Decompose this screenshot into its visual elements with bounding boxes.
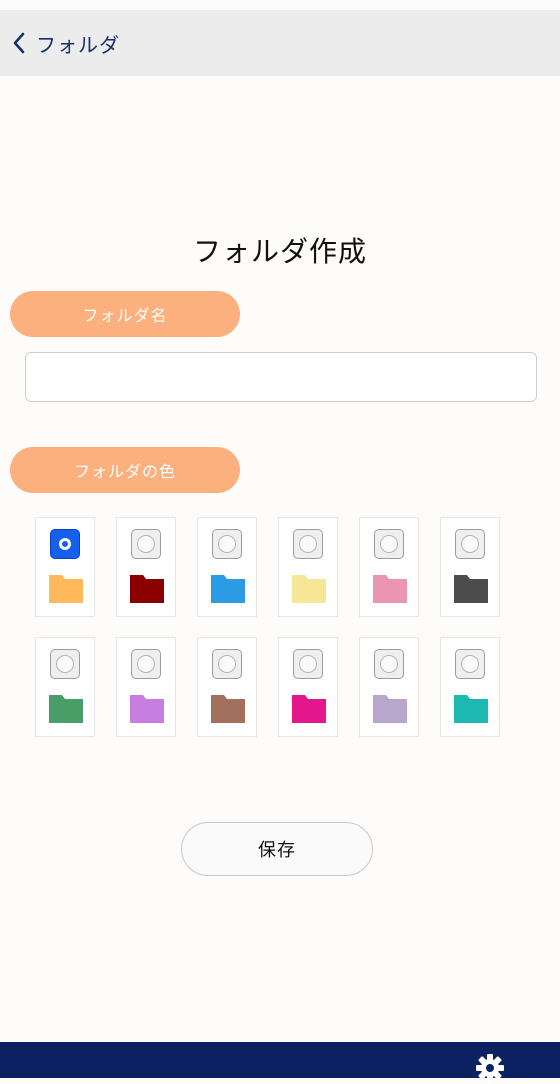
radio-dot xyxy=(461,655,479,673)
back-button[interactable]: フォルダ xyxy=(12,29,120,58)
color-radio-button[interactable] xyxy=(374,649,404,679)
folder-name-input[interactable] xyxy=(25,352,537,402)
color-swatch[interactable] xyxy=(359,517,419,617)
folder-icon xyxy=(291,693,327,725)
folder-icon xyxy=(372,693,408,725)
color-radio-button[interactable] xyxy=(374,529,404,559)
radio-dot xyxy=(56,655,74,673)
color-swatch[interactable] xyxy=(197,637,257,737)
color-radio-button[interactable] xyxy=(131,529,161,559)
radio-dot xyxy=(137,535,155,553)
folder-icon xyxy=(291,573,327,605)
color-radio-button[interactable] xyxy=(212,529,242,559)
folder-icon xyxy=(453,693,489,725)
color-radio-button[interactable] xyxy=(50,529,80,559)
color-swatch[interactable] xyxy=(278,637,338,737)
color-radio-button[interactable] xyxy=(212,649,242,679)
color-swatch[interactable] xyxy=(35,637,95,737)
color-swatch[interactable] xyxy=(359,637,419,737)
folder-name-label: フォルダ名 xyxy=(10,291,240,337)
folder-icon xyxy=(210,573,246,605)
radio-dot xyxy=(299,535,317,553)
folder-icon xyxy=(48,573,84,605)
folder-icon xyxy=(48,693,84,725)
folder-icon xyxy=(129,693,165,725)
color-swatch[interactable] xyxy=(440,517,500,617)
radio-dot xyxy=(218,535,236,553)
back-label: フォルダ xyxy=(36,32,120,57)
folder-icon xyxy=(210,693,246,725)
folder-color-label: フォルダの色 xyxy=(10,447,240,493)
radio-dot xyxy=(137,655,155,673)
folder-icon xyxy=(453,573,489,605)
color-radio-button[interactable] xyxy=(293,529,323,559)
color-radio-button[interactable] xyxy=(455,649,485,679)
folder-icon xyxy=(129,573,165,605)
gear-icon[interactable] xyxy=(474,1052,506,1084)
color-swatch-grid xyxy=(35,517,505,737)
folder-icon xyxy=(372,573,408,605)
color-swatch[interactable] xyxy=(278,517,338,617)
color-radio-button[interactable] xyxy=(455,529,485,559)
color-swatch[interactable] xyxy=(197,517,257,617)
color-swatch[interactable] xyxy=(116,637,176,737)
page-title: フォルダ作成 xyxy=(192,235,367,268)
radio-dot xyxy=(380,535,398,553)
color-swatch[interactable] xyxy=(116,517,176,617)
color-radio-button[interactable] xyxy=(50,649,80,679)
color-radio-button[interactable] xyxy=(293,649,323,679)
top-navigation-bar: フォルダ xyxy=(0,10,560,76)
chevron-left-icon xyxy=(12,31,26,55)
save-button[interactable]: 保存 xyxy=(181,822,373,876)
radio-dot xyxy=(218,655,236,673)
radio-dot xyxy=(461,535,479,553)
color-swatch[interactable] xyxy=(35,517,95,617)
radio-dot xyxy=(380,655,398,673)
color-radio-button[interactable] xyxy=(131,649,161,679)
color-swatch[interactable] xyxy=(440,637,500,737)
bottom-bar xyxy=(0,1042,560,1082)
radio-dot xyxy=(59,538,71,550)
radio-dot xyxy=(299,655,317,673)
